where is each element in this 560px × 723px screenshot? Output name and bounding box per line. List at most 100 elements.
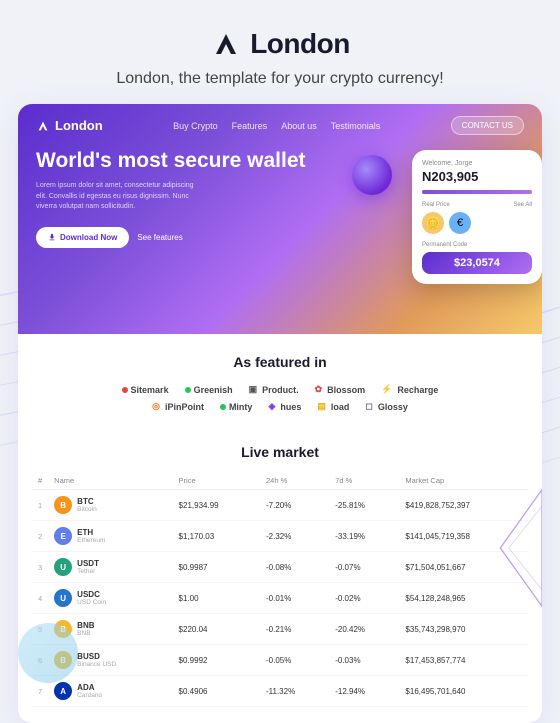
featured-logo-sitemark: Sitemark — [122, 384, 169, 395]
rank-cell: 6 — [32, 645, 48, 676]
h24-cell: -0.08% — [260, 552, 329, 583]
page-header: London London, the template for your cry… — [0, 0, 560, 104]
coin-badge: A — [54, 682, 72, 700]
price-cell: $1,170.03 — [173, 521, 260, 552]
nav-link-testimonials[interactable]: Testimonials — [331, 121, 381, 131]
rank-cell: 1 — [32, 490, 48, 521]
nav-logo-icon — [36, 119, 50, 133]
table-row: 2 E ETH Ethereum $1,170.03 -2.32% -33.19… — [32, 521, 528, 552]
price-cell: $1.00 — [173, 583, 260, 614]
download-button[interactable]: Download Now — [36, 227, 129, 248]
h24-cell: -2.32% — [260, 521, 329, 552]
phone-welcome-text: Welcome, Jorge — [422, 160, 532, 167]
hero-nav: London Buy Crypto Features About us Test… — [18, 104, 542, 135]
coin-badge: U — [54, 589, 72, 607]
phone-progress-bar — [422, 190, 532, 194]
coin-gold: 🪙 — [422, 212, 444, 234]
d7-cell: -12.94% — [329, 676, 399, 707]
h24-cell: -7.20% — [260, 490, 329, 521]
coin-fullname: BNB — [77, 630, 94, 637]
minty-dot — [220, 404, 226, 410]
name-cell: E ETH Ethereum — [48, 521, 172, 552]
rank-cell: 5 — [32, 614, 48, 645]
featured-logo-blossom: ✿ Blossom — [315, 384, 366, 395]
hero-content: World's most secure wallet Lorem ipsum d… — [18, 135, 542, 268]
col-7d: 7d % — [329, 472, 399, 490]
name-cell: A ADA Cardano — [48, 676, 172, 707]
mcap-cell: $17,453,857,774 — [399, 645, 528, 676]
mcap-cell: $54,128,248,965 — [399, 583, 528, 614]
rank-cell: 2 — [32, 521, 48, 552]
coin-fullname: Bitcoin — [77, 506, 97, 513]
featured-logos: Sitemark Greenish ▣ Product. ✿ Blossom ⚡… — [32, 384, 528, 395]
nav-links: Buy Crypto Features About us Testimonial… — [173, 121, 380, 131]
featured-logo-minty: Minty — [220, 401, 253, 412]
phone-mockup: Welcome, Jorge N203,905 Real Price See A… — [392, 145, 542, 334]
featured-logo-hues: ◈ hues — [268, 401, 301, 412]
nav-link-about[interactable]: About us — [281, 121, 317, 131]
nav-logo: London — [36, 118, 103, 133]
market-table-head: # Name Price 24h % 7d % Market Cap — [32, 472, 528, 490]
market-title: Live market — [32, 444, 528, 460]
contact-button[interactable]: CONTACT US — [451, 116, 524, 135]
glossy-icon: ◻ — [365, 401, 372, 412]
coin-badge: E — [54, 527, 72, 545]
price-cell: $0.4906 — [173, 676, 260, 707]
price-cell: $21,934.99 — [173, 490, 260, 521]
mcap-cell: $16,495,701,640 — [399, 676, 528, 707]
coin-fullname: Binance USD — [77, 661, 116, 668]
coin-symbol: USDC — [77, 590, 106, 599]
hero-section: London Buy Crypto Features About us Test… — [18, 104, 542, 334]
d7-cell: -0.07% — [329, 552, 399, 583]
featured-logo-product: ▣ Product. — [249, 384, 299, 395]
brand-title: London — [250, 28, 350, 60]
h24-cell: -0.21% — [260, 614, 329, 645]
price-cell: $0.9992 — [173, 645, 260, 676]
h24-cell: -0.05% — [260, 645, 329, 676]
phone-price-tag: $23,0574 — [422, 252, 532, 274]
coin-badge: B — [54, 620, 72, 638]
name-cell: B BTC Bitcoin — [48, 490, 172, 521]
coin-badge: B — [54, 496, 72, 514]
nav-link-buy[interactable]: Buy Crypto — [173, 121, 218, 131]
table-row: 6 B BUSD Binance USD $0.9992 -0.05% -0.0… — [32, 645, 528, 676]
features-button[interactable]: See features — [137, 233, 182, 242]
table-row: 5 B BNB BNB $220.04 -0.21% -20.42% $35,7… — [32, 614, 528, 645]
nav-link-features[interactable]: Features — [232, 121, 268, 131]
price-cell: $220.04 — [173, 614, 260, 645]
brand-subtitle: London, the template for your crypto cur… — [20, 70, 540, 88]
decorative-sphere — [352, 155, 392, 195]
phone-permanent-label: Permanent Code — [422, 242, 532, 248]
h24-cell: -0.01% — [260, 583, 329, 614]
col-mcap: Market Cap — [399, 472, 528, 490]
coin-fullname: Cardano — [77, 692, 102, 699]
phone-balance: N203,905 — [422, 169, 532, 184]
name-cell: U USDT Tether — [48, 552, 172, 583]
nav-logo-text: London — [55, 118, 103, 133]
download-icon — [48, 233, 56, 241]
col-name: Name — [48, 472, 172, 490]
featured-logo-recharge: ⚡ Recharge — [381, 384, 438, 395]
table-row: 3 U USDT Tether $0.9987 -0.08% -0.07% $7… — [32, 552, 528, 583]
coin-fullname: Ethereum — [77, 537, 105, 544]
product-icon: ▣ — [249, 384, 258, 395]
col-24h: 24h % — [260, 472, 329, 490]
hero-description: Lorem ipsum dolor sit amet, consectetur … — [36, 181, 196, 213]
h24-cell: -11.32% — [260, 676, 329, 707]
coin-fullname: USD Coin — [77, 599, 106, 606]
featured-logo-glossy: ◻ Glossy — [365, 401, 408, 412]
coin-badge: U — [54, 558, 72, 576]
featured-logo-load: ▤ load — [317, 401, 349, 412]
phone-card: Welcome, Jorge N203,905 Real Price See A… — [412, 150, 542, 284]
market-table: # Name Price 24h % 7d % Market Cap 1 B B… — [32, 472, 528, 707]
market-section: Live market # Name Price 24h % 7d % Mark… — [18, 428, 542, 723]
coin-symbol: BUSD — [77, 652, 116, 661]
coin-symbol: BTC — [77, 497, 97, 506]
d7-cell: -0.02% — [329, 583, 399, 614]
col-price: Price — [173, 472, 260, 490]
name-cell: B BNB BNB — [48, 614, 172, 645]
phone-price-label: Real Price See All — [422, 202, 532, 208]
ipinpoint-icon: ◎ — [152, 401, 160, 412]
greenish-dot — [185, 387, 191, 393]
coin-fullname: Tether — [77, 568, 99, 575]
